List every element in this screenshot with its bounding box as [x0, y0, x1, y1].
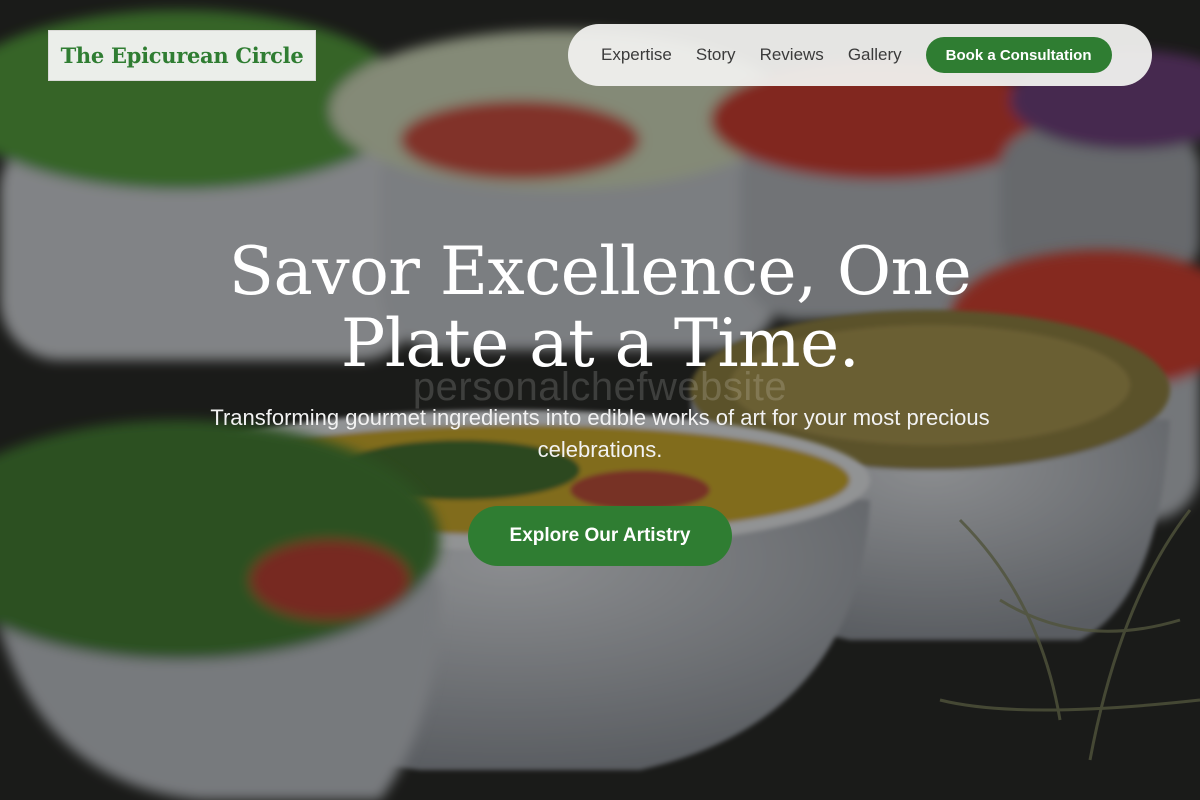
nav-link-reviews[interactable]: Reviews [760, 45, 824, 65]
nav-link-gallery[interactable]: Gallery [848, 45, 902, 65]
explore-artistry-button[interactable]: Explore Our Artistry [468, 506, 732, 566]
hero-headline-line-1: Savor Excellence, One [228, 233, 972, 310]
book-consultation-button[interactable]: Book a Consultation [925, 37, 1112, 73]
nav-link-story[interactable]: Story [696, 45, 736, 65]
brand-name: The Epicurean Circle [60, 43, 304, 68]
brand-logo[interactable]: The Epicurean Circle [48, 30, 316, 81]
main-nav: Expertise Story Reviews Gallery Book a C… [568, 24, 1152, 86]
hero-headline: Savor Excellence, One Plate at a Time. [150, 236, 1050, 380]
hero-subtitle: Transforming gourmet ingredients into ed… [210, 405, 990, 462]
nav-link-expertise[interactable]: Expertise [601, 45, 672, 65]
